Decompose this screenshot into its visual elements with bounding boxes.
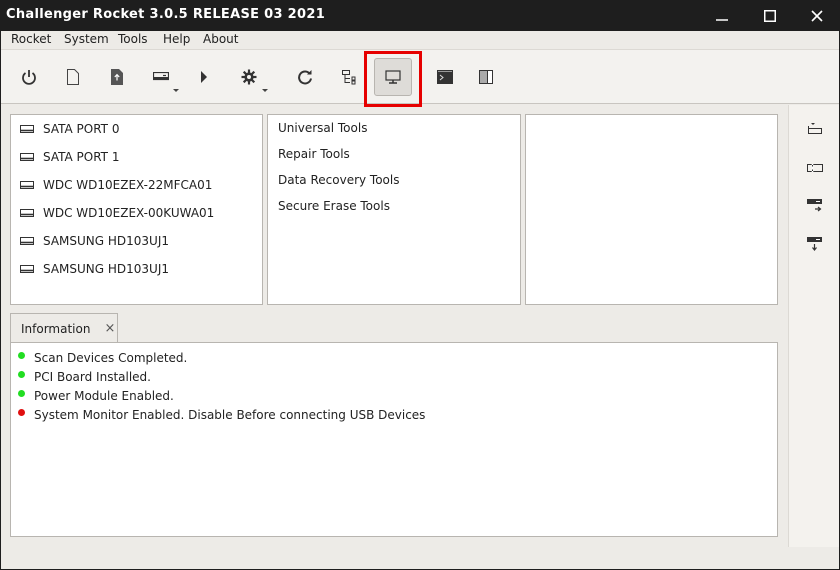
monitor-icon [385,70,401,84]
maximize-button[interactable] [755,4,785,28]
device-item[interactable]: SATA PORT 1 [20,148,119,166]
device-label: SATA PORT 0 [43,122,120,136]
system-monitor-button[interactable] [374,58,412,96]
menu-help[interactable]: Help [163,32,190,46]
log-item: Scan Devices Completed. [18,350,187,366]
log-text: Power Module Enabled. [34,389,174,403]
tool-item-data-recovery[interactable]: Data Recovery Tools [278,173,399,187]
menu-tools[interactable]: Tools [118,32,148,46]
toolbar [1,50,839,104]
drive-icon [20,236,36,246]
device-label: WDC WD10EZEX-00KUWA01 [43,206,215,220]
play-button[interactable] [185,58,223,96]
minimize-icon [716,19,728,21]
play-icon [201,71,207,83]
device-label: WDC WD10EZEX-22MFCA01 [43,178,213,192]
tree-view-button[interactable] [330,58,368,96]
power-icon [22,70,36,85]
drive-dashed-icon [807,164,823,172]
device-item[interactable]: SATA PORT 0 [20,120,119,138]
drive-icon [20,264,36,274]
log-text: Scan Devices Completed. [34,351,188,365]
chevron-down-icon [173,89,179,92]
split-view-button[interactable] [467,58,505,96]
settings-menu-button[interactable] [230,58,268,96]
status-ok-icon [18,389,25,397]
new-file-button[interactable] [54,58,92,96]
close-tab-icon[interactable]: × [104,321,115,336]
drive-arrow-down-icon [807,237,822,251]
title-bar[interactable]: Challenger Rocket 3.0.5 RELEASE 03 2021 [0,0,840,31]
log-item: Power Module Enabled. [18,388,174,404]
tool-item-repair[interactable]: Repair Tools [278,147,350,161]
log-text: PCI Board Installed. [34,370,151,384]
eject-drive-icon [808,123,822,134]
terminal-button[interactable] [426,58,464,96]
tool-item-secure-erase[interactable]: Secure Erase Tools [278,199,390,213]
device-label: SAMSUNG HD103UJ1 [43,234,170,248]
split-view-icon [479,70,493,84]
window-title: Challenger Rocket 3.0.5 RELEASE 03 2021 [6,7,326,22]
menu-system[interactable]: System [64,32,109,46]
tab-information[interactable]: Information × [10,313,118,343]
right-sidebar [788,105,839,547]
device-item[interactable]: WDC WD10EZEX-00KUWA01 [20,204,214,222]
new-file-icon [67,69,79,85]
details-panel [525,114,778,305]
drive-icon [153,72,169,81]
drive-copy-down-button[interactable] [803,232,827,256]
drive-copy-right-button[interactable] [803,194,827,218]
eject-drive-button[interactable] [803,117,827,141]
upload-file-button[interactable] [98,58,136,96]
chevron-down-icon [262,89,268,92]
drive-icon [20,180,36,190]
drive-partition-button[interactable] [803,156,827,180]
log-item: System Monitor Enabled. Disable Before c… [18,407,425,423]
device-label: SAMSUNG HD103UJ1 [43,262,170,276]
tab-label: Information [21,321,91,336]
terminal-icon [437,70,453,84]
menu-about[interactable]: About [203,32,238,46]
device-item[interactable]: WDC WD10EZEX-22MFCA01 [20,176,212,194]
minimize-button[interactable] [707,4,737,28]
device-item[interactable]: SAMSUNG HD103UJ1 [20,260,169,278]
drive-icon [20,124,36,134]
maximize-icon [764,10,776,22]
close-icon [811,10,823,22]
tree-icon [342,70,356,85]
drive-arrow-right-icon [807,199,822,212]
status-ok-icon [18,351,25,359]
device-label: SATA PORT 1 [43,150,120,164]
power-button[interactable] [10,58,48,96]
drive-icon [20,152,36,162]
drive-menu-button[interactable] [142,58,180,96]
upload-file-icon [111,69,123,85]
tools-panel: Universal Tools Repair Tools Data Recove… [267,114,521,305]
menu-rocket[interactable]: Rocket [11,32,51,46]
status-warning-icon [18,408,25,416]
close-button[interactable] [802,4,832,28]
device-item[interactable]: SAMSUNG HD103UJ1 [20,232,169,250]
menu-bar: Rocket System Tools Help About [1,31,839,50]
app-window: Rocket System Tools Help About SATA PORT… [1,31,839,569]
refresh-button[interactable] [286,58,324,96]
gear-icon [241,69,257,85]
drive-icon [20,208,36,218]
devices-panel: SATA PORT 0 SATA PORT 1 WDC WD10EZEX-22M… [10,114,263,305]
status-ok-icon [18,370,25,378]
log-item: PCI Board Installed. [18,369,151,385]
refresh-icon [298,70,312,85]
log-text: System Monitor Enabled. Disable Before c… [34,408,426,422]
tool-item-universal[interactable]: Universal Tools [278,121,367,135]
information-log: Scan Devices Completed. PCI Board Instal… [10,342,778,537]
